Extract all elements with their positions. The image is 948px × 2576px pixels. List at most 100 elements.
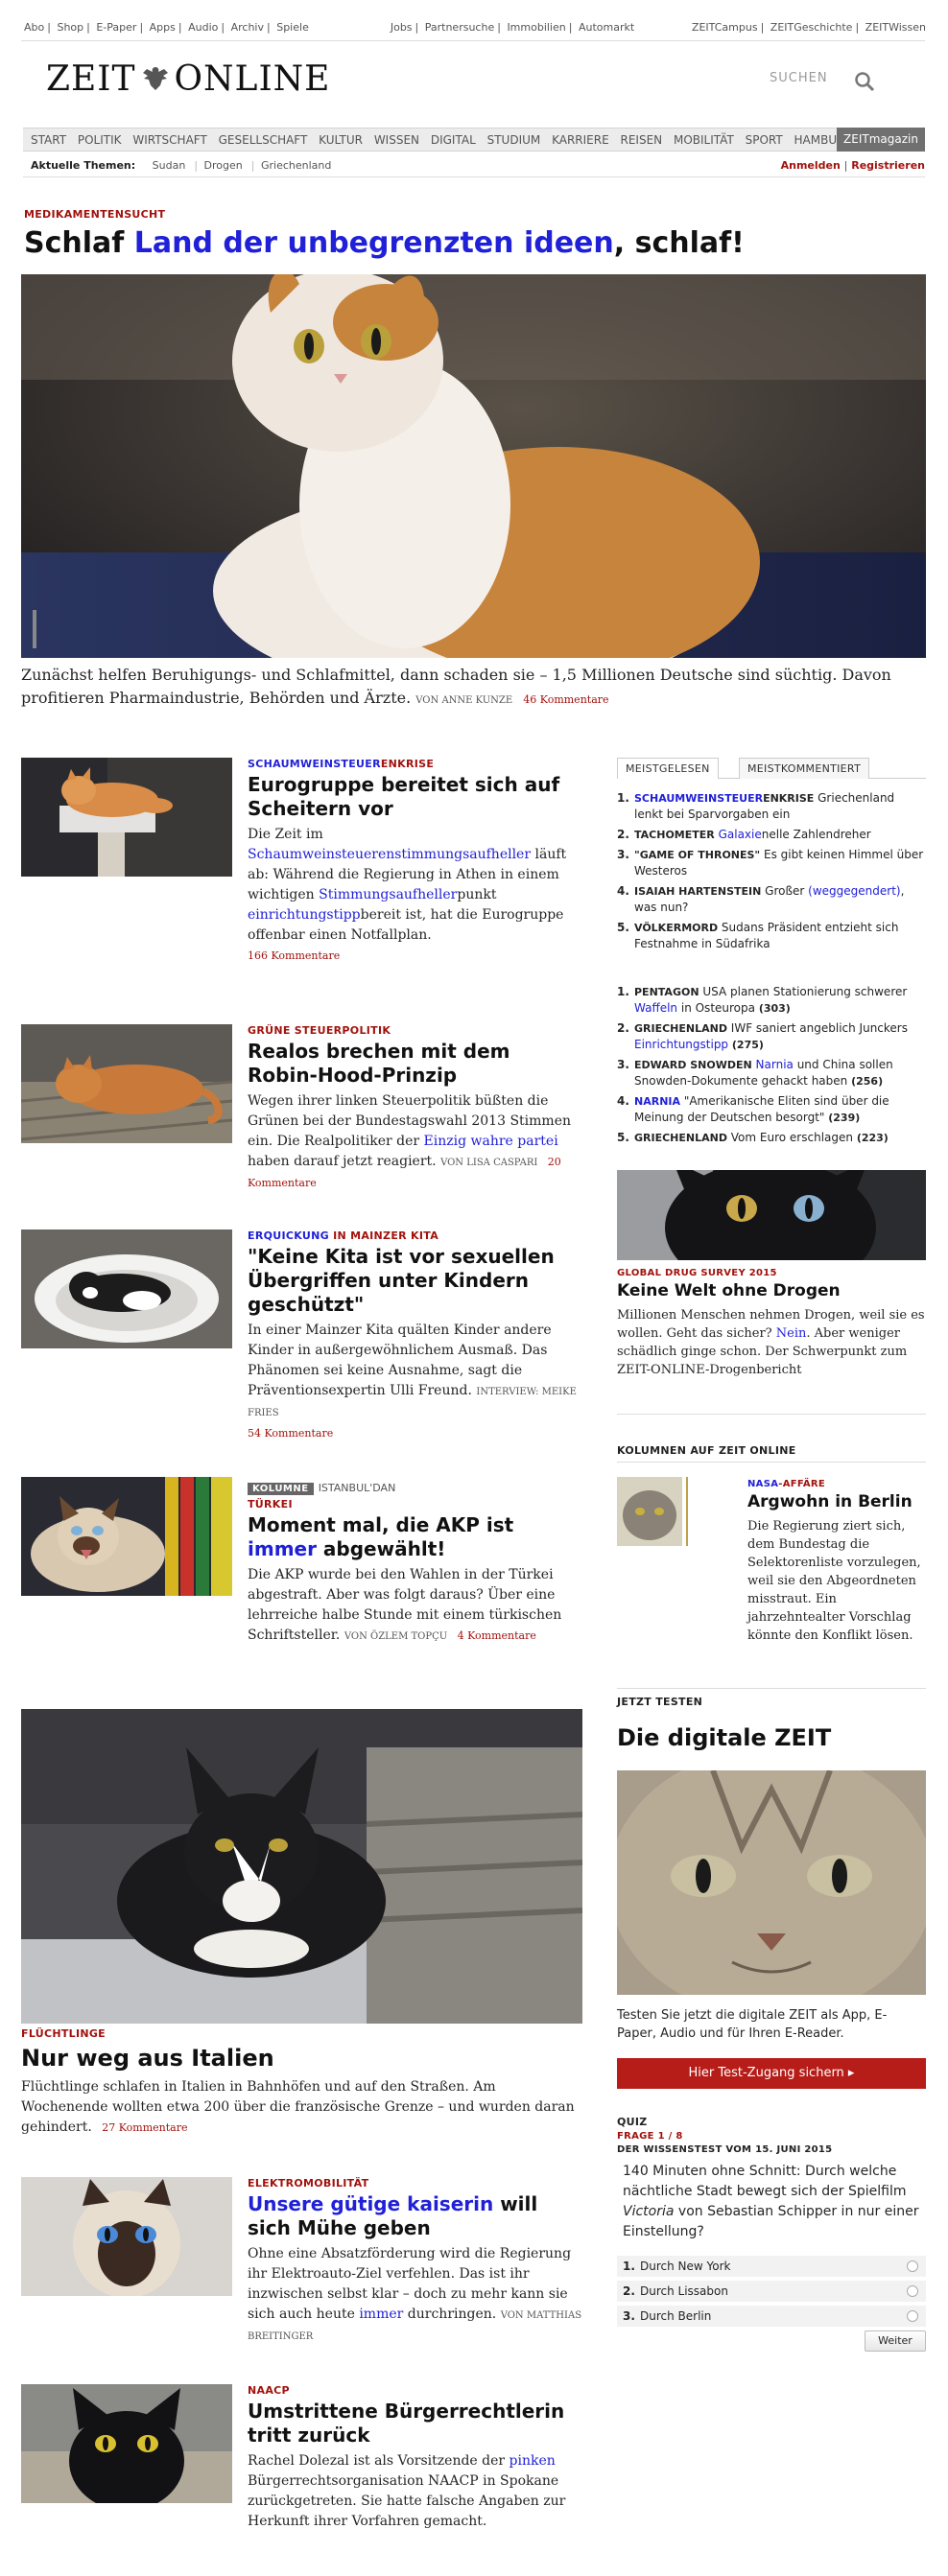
nav-item-wissen[interactable]: WISSEN xyxy=(374,133,419,147)
nav-item-politik[interactable]: POLITIK xyxy=(78,133,122,147)
inline-link[interactable]: Nein xyxy=(776,1326,807,1341)
digital-promo-image[interactable] xyxy=(617,1770,926,1995)
topbar-link-abo[interactable]: Abo xyxy=(24,21,44,34)
quiz-next-button[interactable]: Weiter xyxy=(865,2330,926,2352)
topbar-link-automarkt[interactable]: Automarkt xyxy=(579,21,634,34)
nav-item-karriere[interactable]: KARRIERE xyxy=(552,133,609,147)
inline-link[interactable]: Einzig wahre partei xyxy=(424,1134,558,1149)
nav-item-start[interactable]: START xyxy=(31,133,66,147)
inline-link[interactable]: Waffeln xyxy=(634,1001,677,1015)
list-item[interactable]: 5. GRIECHENLAND Vom Euro erschlagen (223) xyxy=(617,1130,926,1146)
inline-link[interactable]: (weggegendert) xyxy=(808,884,900,898)
hero-title[interactable]: Schlaf Land der unbegrenzten ideen, schl… xyxy=(24,226,745,260)
search-label[interactable]: SUCHEN xyxy=(770,71,828,85)
list-item[interactable]: 4. NARNIA "Amerikanische Eliten sind über… xyxy=(617,1093,926,1126)
inline-link[interactable]: Galaxie xyxy=(719,828,762,841)
nav-item-studium[interactable]: STUDIUM xyxy=(487,133,541,147)
nav-item-wirtschaft[interactable]: WIRTSCHAFT xyxy=(132,133,206,147)
list-item[interactable]: 3. EDWARD SNOWDEN Narnia und China sollen… xyxy=(617,1057,926,1089)
topbar-link-archiv[interactable]: Archiv xyxy=(231,21,264,34)
register-link[interactable]: Registrieren xyxy=(851,159,925,172)
column-name[interactable]: ISTANBUL'DAN xyxy=(319,1482,396,1494)
article-image[interactable] xyxy=(617,1477,682,1546)
radio-button[interactable] xyxy=(907,2285,918,2297)
item-kicker-link[interactable]: SCHAUMWEINSTEUER xyxy=(634,792,763,805)
comments-link[interactable]: 4 Kommentare xyxy=(458,1629,536,1642)
article-image[interactable] xyxy=(21,1024,232,1143)
test-access-button[interactable]: Hier Test-Zugang sichern ▸ xyxy=(617,2058,926,2089)
tab-meistkommentiert[interactable]: MEISTKOMMENTIERT xyxy=(739,758,870,779)
quiz-option[interactable]: 3. Durch Berlin xyxy=(617,2306,926,2327)
topbar-link-audio[interactable]: Audio xyxy=(188,21,218,34)
inline-link[interactable]: Einrichtungstipp xyxy=(634,1038,728,1051)
topbar-link-spiele[interactable]: Spiele xyxy=(276,21,309,34)
topic-link-griechenland[interactable]: Griechenland xyxy=(261,159,331,172)
inline-link[interactable]: pinken xyxy=(510,2453,556,2469)
inline-link[interactable]: Schaumweinsteuerenstimmungsaufheller xyxy=(248,847,531,862)
nav-item-kultur[interactable]: KULTUR xyxy=(319,133,363,147)
nav-item-sport[interactable]: SPORT xyxy=(746,133,783,147)
article-image[interactable] xyxy=(21,758,232,877)
radio-button[interactable] xyxy=(907,2260,918,2272)
list-item[interactable]: 1. SCHAUMWEINSTEUERENKRISE Griechenland l… xyxy=(617,790,926,823)
list-item[interactable]: 3. "GAME OF THRONES" Es gibt keinen Himme… xyxy=(617,847,926,879)
topbar-link-zeitgeschichte[interactable]: ZEITGeschichte xyxy=(770,21,853,34)
article-title[interactable]: "Keine Kita ist vor sexuellen Übergriffe… xyxy=(248,1245,583,1317)
quiz-option[interactable]: 1. Durch New York xyxy=(617,2256,926,2277)
article-title[interactable]: Nur weg aus Italien xyxy=(21,2045,274,2072)
topbar-link-immobilien[interactable]: Immobilien xyxy=(507,21,565,34)
comments-link[interactable]: 27 Kommentare xyxy=(102,2121,187,2134)
article-title[interactable]: Unsere gütige kaiserin will sich Mühe ge… xyxy=(248,2192,583,2240)
item-kicker-link[interactable]: NARNIA xyxy=(634,1095,680,1108)
inline-link[interactable]: einrichtungstipp xyxy=(248,907,361,923)
hero-comments-link[interactable]: 46 Kommentare xyxy=(523,693,608,706)
nav-item-digital[interactable]: DIGITAL xyxy=(431,133,476,147)
article-image[interactable] xyxy=(21,1709,582,2024)
topic-link-sudan[interactable]: Sudan xyxy=(153,159,186,172)
inline-link[interactable]: Stimmungsaufheller xyxy=(319,887,457,902)
inline-link[interactable]: immer xyxy=(359,2307,403,2322)
topbar-link-partnersuche[interactable]: Partnersuche xyxy=(425,21,494,34)
topbar-link-apps[interactable]: Apps xyxy=(150,21,176,34)
inline-link[interactable]: Narnia xyxy=(756,1058,794,1071)
topbar-link-jobs[interactable]: Jobs xyxy=(391,21,413,34)
topbar-link-zeitwissen[interactable]: ZEITWissen xyxy=(865,21,926,34)
digital-title[interactable]: Die digitale ZEIT xyxy=(617,1724,831,1751)
search-icon[interactable] xyxy=(854,71,875,92)
topbar-link-zeitcampus[interactable]: ZEITCampus xyxy=(692,21,758,34)
article-title[interactable]: Eurogruppe bereitet sich auf Scheitern v… xyxy=(248,773,583,821)
list-item[interactable]: 5. VÖLKERMORD Sudans Präsident entzieht s… xyxy=(617,920,926,952)
nav-item-mobilitaet[interactable]: MOBILITÄT xyxy=(674,133,734,147)
article-image[interactable] xyxy=(21,2177,232,2296)
nav-item-gesellschaft[interactable]: GESELLSCHAFT xyxy=(219,133,308,147)
article-title[interactable]: Moment mal, die AKP ist immer abgewählt! xyxy=(248,1513,583,1561)
kicker-link[interactable]: SCHAUMWEINSTEUER xyxy=(248,758,381,770)
article-image[interactable] xyxy=(21,2384,232,2503)
nav-item-reisen[interactable]: REISEN xyxy=(621,133,663,147)
topbar-link-epaper[interactable]: E-Paper xyxy=(96,21,136,34)
list-item[interactable]: 2. TACHOMETER Galaxienelle Zahlendreher xyxy=(617,827,926,843)
comments-link[interactable]: 166 Kommentare xyxy=(248,949,340,962)
topic-link-drogen[interactable]: Drogen xyxy=(204,159,243,172)
site-logo[interactable]: ZEIT ONLINE xyxy=(46,59,330,99)
article-title[interactable]: Realos brechen mit dem Robin-Hood-Prinzi… xyxy=(248,1040,583,1088)
title-link[interactable]: immer xyxy=(248,1537,317,1560)
list-item[interactable]: 4. ISAIAH HARTENSTEIN Großer (weggegender… xyxy=(617,883,926,916)
title-link[interactable]: Unsere gütige kaiserin xyxy=(248,2192,493,2215)
article-image[interactable] xyxy=(21,1229,232,1348)
article-title[interactable]: Keine Welt ohne Drogen xyxy=(617,1281,841,1300)
hero-title-link[interactable]: Land der unbegrenzten ideen xyxy=(134,226,614,260)
kicker-link[interactable]: NASA xyxy=(747,1479,778,1489)
comments-link[interactable]: 54 Kommentare xyxy=(248,1427,333,1440)
login-link[interactable]: Anmelden xyxy=(781,159,841,172)
tab-meistgelesen[interactable]: MEISTGELESEN xyxy=(617,758,719,779)
article-image[interactable] xyxy=(617,1170,926,1260)
quiz-option[interactable]: 2. Durch Lissabon xyxy=(617,2281,926,2302)
topbar-link-shop[interactable]: Shop xyxy=(57,21,83,34)
article-image[interactable] xyxy=(21,1477,232,1596)
radio-button[interactable] xyxy=(907,2310,918,2322)
article-title[interactable]: Umstrittene Bürgerrechtlerin tritt zurüc… xyxy=(248,2400,583,2447)
article-title[interactable]: Argwohn in Berlin xyxy=(747,1492,912,1511)
kicker-link[interactable]: ERQUICKUNG xyxy=(248,1229,329,1242)
nav-item-zeitmagazin[interactable]: ZEITmagazin xyxy=(837,128,925,152)
